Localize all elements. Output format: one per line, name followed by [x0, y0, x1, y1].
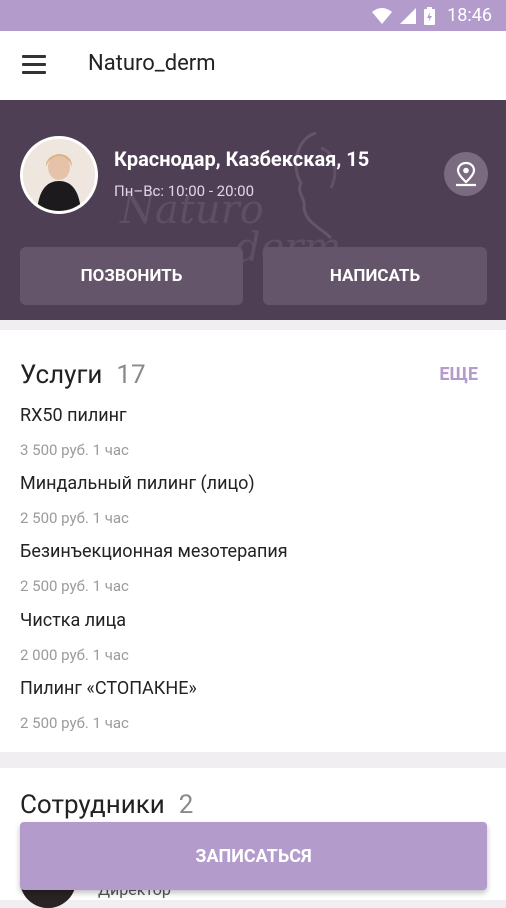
services-heading: Услуги 17: [20, 360, 146, 390]
signal-icon: [400, 7, 417, 24]
service-price-duration: 2 500 руб. 1 час: [20, 714, 129, 732]
status-time: 18:46: [447, 5, 492, 26]
services-card: Услуги 17 ЕЩЕ RX50 пилинг 3 500 руб. 1 ча…: [0, 330, 506, 752]
service-price-duration: 3 500 руб. 1 час: [20, 441, 129, 459]
service-name: Безинъекционная мезотерапия: [20, 541, 288, 562]
menu-icon[interactable]: [22, 55, 46, 75]
message-button[interactable]: НАПИСАТЬ: [263, 247, 487, 305]
service-price-duration: 2 500 руб. 1 час: [20, 509, 129, 527]
service-item[interactable]: Пилинг «СТОПАКНЕ» 2 500 руб. 1 час: [20, 678, 197, 732]
toolbar: Naturo_derm: [0, 31, 506, 101]
service-item[interactable]: Безинъекционная мезотерапия 2 500 руб. 1…: [20, 541, 288, 595]
map-pin-button[interactable]: [444, 152, 488, 196]
status-bar: 18:46: [0, 0, 506, 31]
service-price-duration: 2 500 руб. 1 час: [20, 577, 129, 595]
logo-face-watermark: [294, 131, 337, 240]
call-button[interactable]: ПОЗВОНИТЬ: [20, 247, 243, 305]
book-appointment-button[interactable]: ЗАПИСАТЬСЯ: [20, 822, 487, 890]
service-price-duration: 2 000 руб. 1 час: [20, 646, 129, 664]
wifi-icon: [372, 7, 393, 24]
salon-avatar: [20, 136, 98, 214]
services-more-button[interactable]: ЕЩЕ: [439, 364, 478, 385]
services-count: 17: [116, 360, 146, 390]
battery-icon: [424, 6, 436, 25]
service-name: Миндальный пилинг (лицо): [20, 473, 255, 494]
services-title: Услуги: [20, 360, 103, 390]
staff-heading: Сотрудники 2: [20, 790, 193, 820]
working-hours: Пн–Вс: 10:00 - 20:00: [114, 182, 255, 200]
toolbar-title: Naturo_derm: [88, 51, 216, 76]
staff-count: 2: [178, 790, 194, 820]
map-pin-icon: [456, 161, 476, 187]
service-item[interactable]: Чистка лица 2 000 руб. 1 час: [20, 610, 129, 664]
service-item[interactable]: RX50 пилинг 3 500 руб. 1 час: [20, 405, 129, 459]
service-item[interactable]: Миндальный пилинг (лицо) 2 500 руб. 1 ча…: [20, 473, 255, 527]
salon-address: Краснодар, Казбекская, 15: [114, 147, 370, 171]
staff-title: Сотрудники: [20, 790, 165, 820]
service-name: RX50 пилинг: [20, 405, 127, 426]
service-name: Чистка лица: [20, 610, 127, 631]
service-name: Пилинг «СТОПАКНЕ»: [20, 678, 197, 699]
